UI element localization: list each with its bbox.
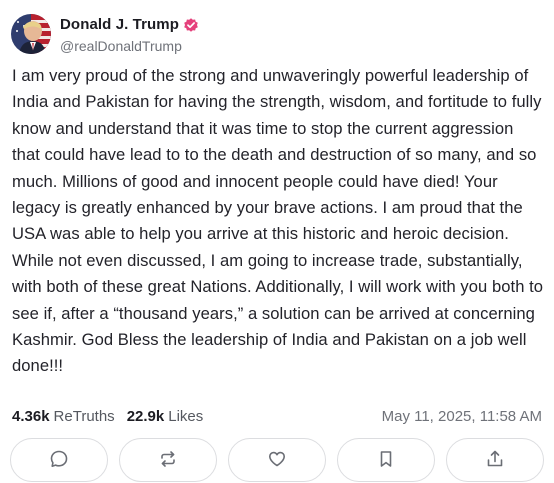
post-stats: 4.36k ReTruths 22.9k Likes May 11, 2025,… (12, 406, 542, 426)
share-button[interactable] (446, 438, 544, 482)
share-icon (487, 450, 503, 467)
post-header: Donald J. Trump @realDonaldTrump (11, 12, 199, 56)
avatar[interactable] (11, 14, 51, 54)
comment-icon (50, 450, 68, 467)
post-text: I am very proud of the strong and unwave… (12, 66, 544, 376)
retruths-count[interactable]: 4.36k (12, 408, 50, 425)
author-display-name[interactable]: Donald J. Trump (60, 16, 179, 33)
bookmark-button[interactable] (337, 438, 435, 482)
avatar-image (11, 14, 51, 54)
heart-icon (269, 451, 285, 467)
retruths-label[interactable]: ReTruths (54, 408, 115, 425)
likes-label[interactable]: Likes (168, 408, 203, 425)
bookmark-icon (380, 451, 392, 467)
retruth-button[interactable] (119, 438, 217, 482)
author-names: Donald J. Trump @realDonaldTrump (60, 15, 199, 54)
likes-count[interactable]: 22.9k (127, 408, 165, 425)
reply-button[interactable] (10, 438, 108, 482)
post-timestamp: May 11, 2025, 11:58 AM (381, 407, 542, 425)
verified-badge-icon (183, 17, 199, 33)
like-button[interactable] (228, 438, 326, 482)
author-handle[interactable]: @realDonaldTrump (60, 38, 199, 54)
repost-icon (161, 451, 175, 467)
action-bar (10, 438, 544, 482)
